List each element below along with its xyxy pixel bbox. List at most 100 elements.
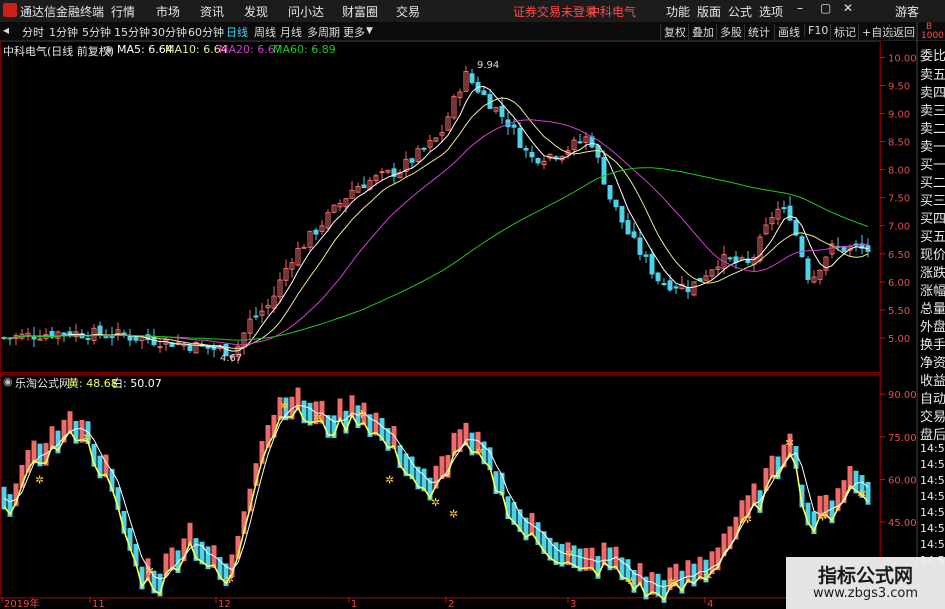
osc-bar xyxy=(259,441,265,464)
menu-wealth[interactable]: 财富圈 xyxy=(342,3,378,20)
osc-bar xyxy=(361,402,367,426)
candle-body xyxy=(673,286,679,289)
btn-stats[interactable]: 统计 xyxy=(744,24,773,40)
butterfly-signal-icon: ✲ xyxy=(145,564,154,577)
menu-discover[interactable]: 发现 xyxy=(244,3,268,20)
butterfly-signal-icon: ✲ xyxy=(785,436,794,449)
tab-30min[interactable]: 30分钟 xyxy=(151,24,187,40)
butterfly-signal-icon: ✲ xyxy=(83,431,92,444)
candle-body xyxy=(43,334,49,340)
main-info-bar: 中科电气(日线 前复权) ◉ MA5: 6.64 MA10: 6.64 MA20… xyxy=(0,41,880,58)
login-status[interactable]: 证券交易未登录 xyxy=(513,3,597,20)
btn-f10[interactable]: F10 xyxy=(804,24,831,37)
candle-body xyxy=(739,257,745,261)
osc-bar xyxy=(391,426,397,449)
osc-bar xyxy=(553,542,559,566)
menu-wenxiaoda[interactable]: 问小达 xyxy=(288,3,324,20)
menu-formula[interactable]: 公式 xyxy=(728,3,752,20)
candle-body xyxy=(241,332,247,348)
candle-body xyxy=(781,207,787,210)
osc-tick-label: 90.00 xyxy=(888,390,917,401)
maximize-icon[interactable]: ▢ xyxy=(820,1,831,15)
candle-body xyxy=(169,342,175,348)
candle-body xyxy=(505,119,511,128)
menu-news[interactable]: 资讯 xyxy=(200,3,224,20)
ma5-line xyxy=(4,85,869,352)
candle-body xyxy=(631,231,637,238)
candle-body xyxy=(55,331,61,339)
menu-layout[interactable]: 版面 xyxy=(697,3,721,20)
more-chevron-icon[interactable]: ▼ xyxy=(366,26,373,36)
tab-15min[interactable]: 15分钟 xyxy=(114,24,150,40)
osc-bar xyxy=(811,511,817,535)
btn-overlay[interactable]: 叠加 xyxy=(688,24,717,40)
tab-timeshare[interactable]: 分时 xyxy=(22,24,44,40)
tab-weekly[interactable]: 周线 xyxy=(254,24,276,40)
tab-5min[interactable]: 5分钟 xyxy=(82,24,111,40)
price-tick-label: 5.00 xyxy=(888,334,910,345)
osc-bar xyxy=(727,526,733,550)
indicator-settings-icon[interactable]: ◉ xyxy=(3,375,13,388)
close-icon[interactable]: ✕ xyxy=(843,1,853,15)
btn-mark[interactable]: 标记 xyxy=(830,24,859,40)
menu-markets[interactable]: 市场 xyxy=(156,3,180,20)
osc-bar xyxy=(457,429,463,452)
tick-time-1: 14:56 xyxy=(920,458,945,471)
candle-body xyxy=(565,150,571,155)
menu-market[interactable]: 行情 xyxy=(111,3,135,20)
osc-tick-label: 45.00 xyxy=(888,518,917,529)
candle-body xyxy=(721,254,727,269)
btn-adjust[interactable]: 复权 xyxy=(660,24,689,40)
menu-function[interactable]: 功能 xyxy=(666,3,690,20)
candle-body xyxy=(523,147,529,151)
osc-bar xyxy=(301,400,307,424)
candle-body xyxy=(787,205,793,221)
osc-bar xyxy=(367,414,373,437)
osc-bar xyxy=(439,456,445,479)
candle-body xyxy=(865,245,871,252)
candle-body xyxy=(499,105,505,118)
osc-bar xyxy=(235,535,241,559)
osc-bar xyxy=(637,563,643,586)
ma60-value: MA60: 6.89 xyxy=(273,43,336,56)
tab-monthly[interactable]: 月线 xyxy=(280,24,302,40)
candle-body xyxy=(109,335,115,339)
tab-daily[interactable]: 日线 xyxy=(226,24,248,40)
minimize-icon[interactable]: – xyxy=(797,1,803,15)
indicator-info-bar: ◉ 乐淘公式网 黄: 48.68 白: 50.07 xyxy=(0,375,880,391)
osc-bar xyxy=(829,500,835,524)
candle-body xyxy=(775,208,781,220)
osc-bar xyxy=(199,541,205,565)
kline-chart[interactable]: ✲ ✲ ✲ ✲ ✲ ✲ ✲ ✲ ✲ ✲ ✲ ✲ ✲ ✲ ✲ ✲ ✲ ✲ ✲ 10.00 9.50 9.00 8.50 8.0… xyxy=(0,0,945,609)
btn-draw[interactable]: 画线 xyxy=(774,24,803,40)
osc-bar xyxy=(349,395,355,418)
osc-bar xyxy=(535,522,541,545)
menu-trade[interactable]: 交易 xyxy=(396,3,420,20)
candle-body xyxy=(607,185,613,200)
settings-circle-icon[interactable]: ◉ xyxy=(104,43,114,56)
osc-bar xyxy=(385,428,391,451)
price-tick-label: 9.00 xyxy=(888,110,910,121)
back-arrow-icon[interactable]: ◂ xyxy=(3,23,9,37)
current-stock: 中科电气 xyxy=(588,5,637,19)
osc-bar xyxy=(667,567,673,591)
osc-panel-frame xyxy=(0,374,881,598)
btn-return[interactable]: 返回 xyxy=(889,24,918,40)
candle-body xyxy=(313,229,319,235)
tab-multi[interactable]: 多周期 xyxy=(307,24,340,40)
user-label[interactable]: 游客 xyxy=(895,3,919,20)
butterfly-signal-icon: ✲ xyxy=(357,408,366,421)
btn-multi-stock[interactable]: 多股 xyxy=(716,24,745,40)
candle-body xyxy=(829,243,835,255)
price-tick-label: 5.50 xyxy=(888,306,910,317)
osc-bar xyxy=(787,433,793,457)
tab-more[interactable]: 更多 xyxy=(343,24,365,40)
tab-60min[interactable]: 60分钟 xyxy=(188,24,224,40)
tab-1min[interactable]: 1分钟 xyxy=(49,24,78,40)
menu-options[interactable]: 选项 xyxy=(759,3,783,20)
candle-body xyxy=(133,336,139,341)
candle-body xyxy=(325,212,331,229)
app-name: 通达信金融终端 xyxy=(20,5,105,19)
osc-bar xyxy=(427,477,433,501)
osc-bar xyxy=(691,563,697,587)
